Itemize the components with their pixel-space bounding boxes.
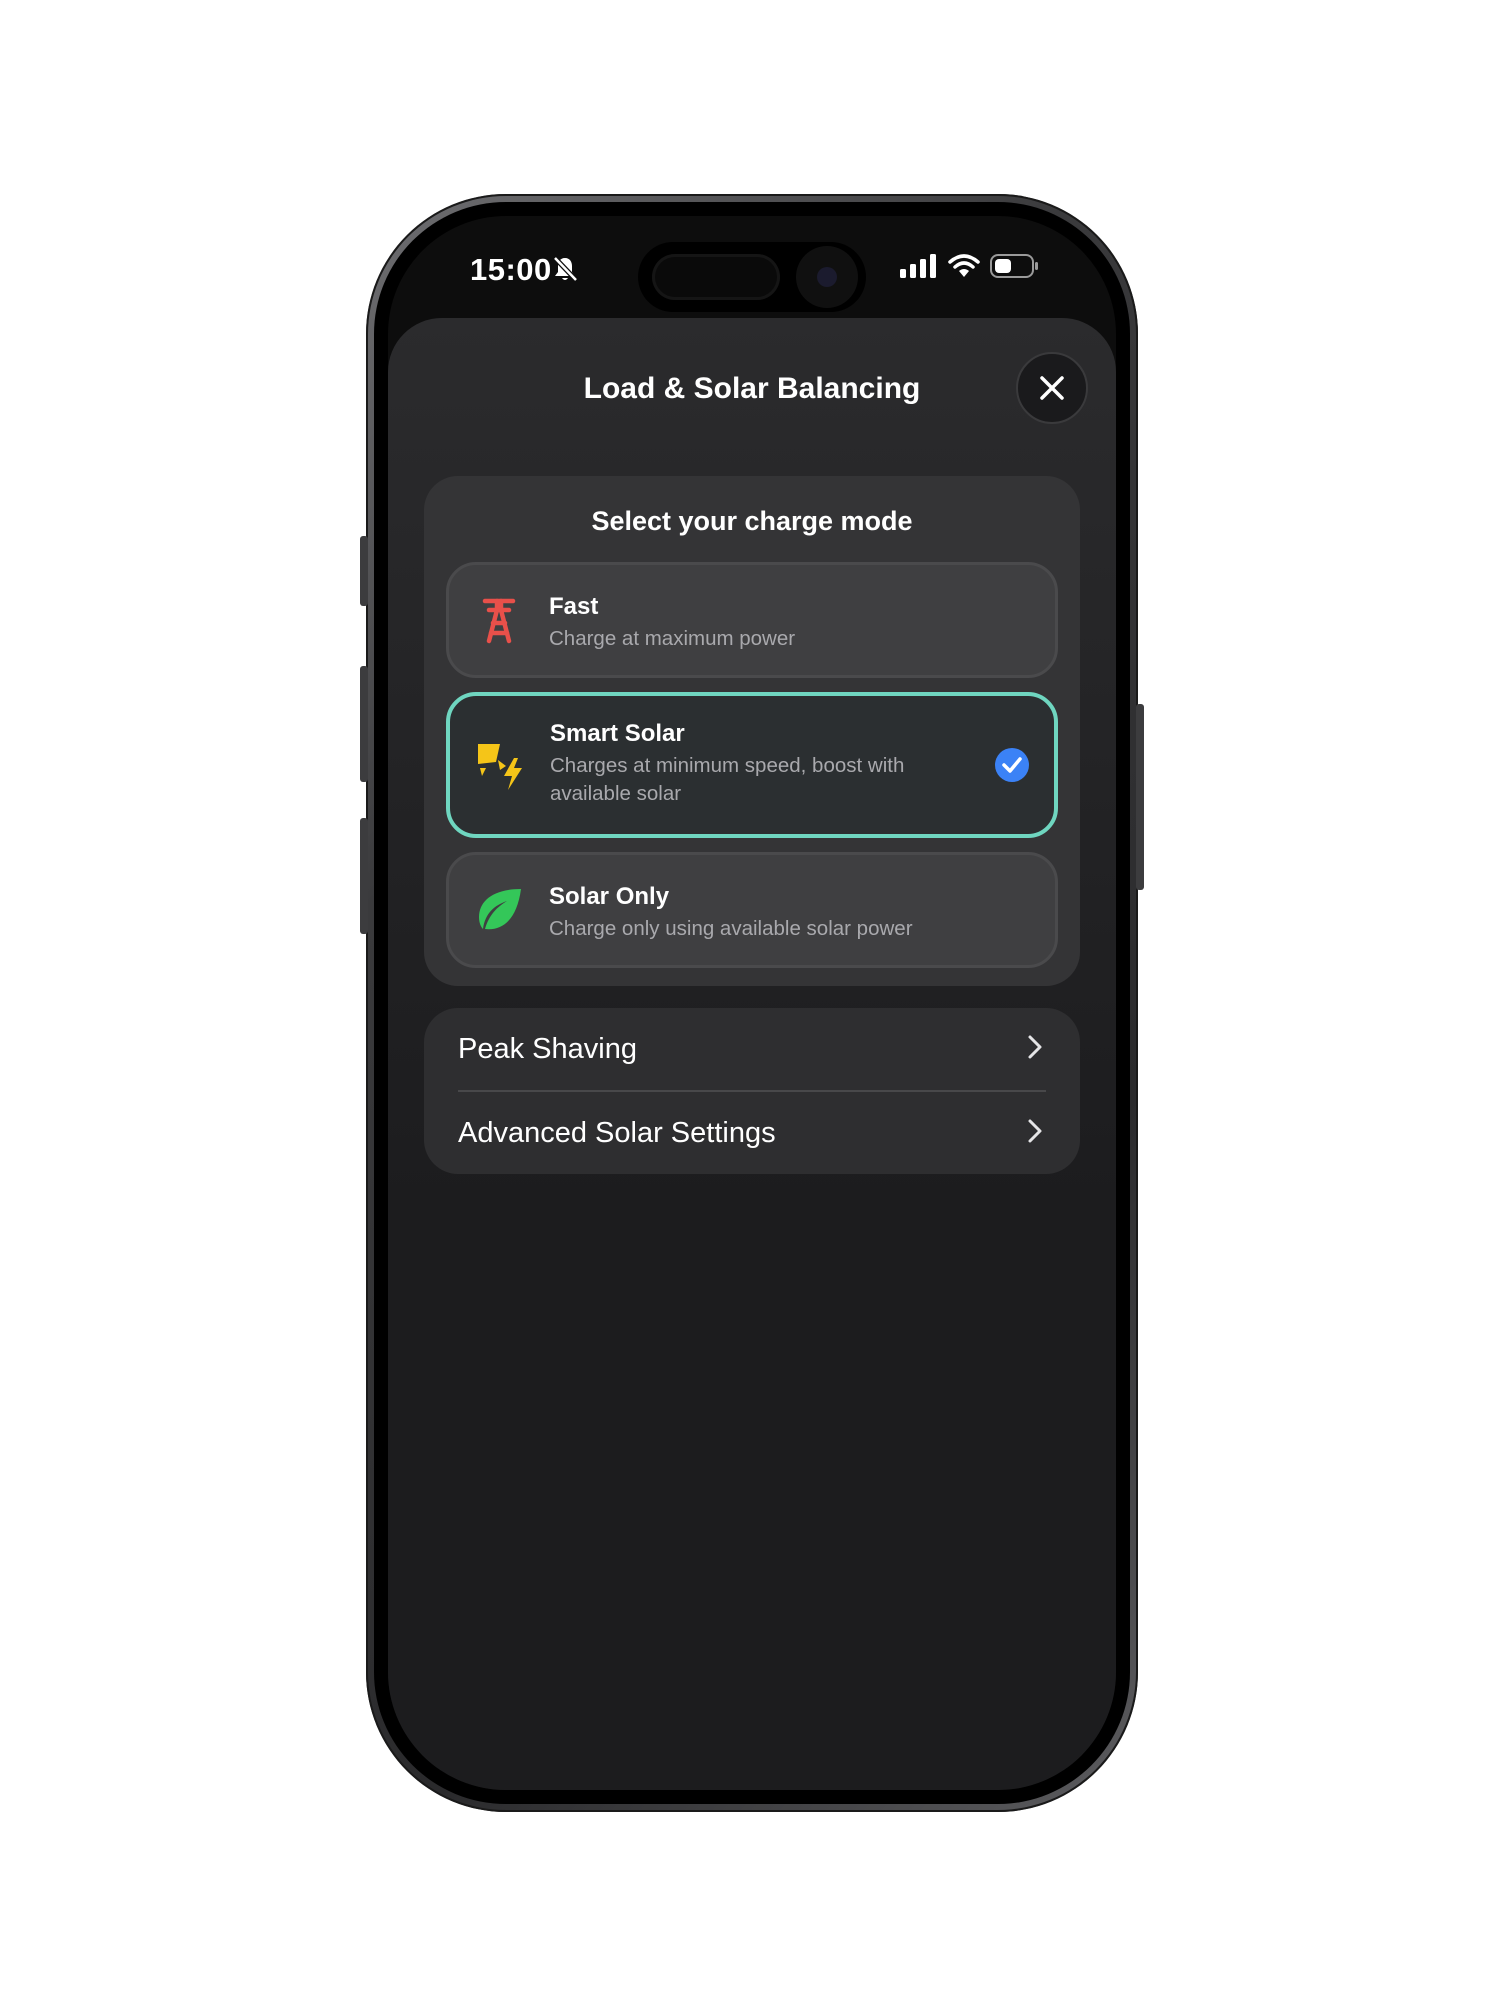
settings-row-peak-shaving[interactable]: Peak Shaving bbox=[424, 1008, 1080, 1090]
charge-mode-heading: Select your charge mode bbox=[591, 506, 913, 536]
settings-row-advanced-solar[interactable]: Advanced Solar Settings bbox=[424, 1092, 1080, 1174]
front-camera bbox=[796, 246, 858, 308]
status-icons bbox=[900, 254, 1040, 283]
option-title: Solar Only bbox=[549, 883, 670, 910]
power-button bbox=[1136, 704, 1144, 890]
option-description: Charges at minimum speed, boost with ava… bbox=[550, 754, 905, 805]
action-button bbox=[360, 536, 368, 606]
close-button[interactable] bbox=[1016, 352, 1088, 424]
volume-up-button bbox=[360, 666, 368, 782]
modal-sheet: Load & Solar Balancing Select your charg… bbox=[388, 318, 1116, 1790]
status-time: 15:00 bbox=[470, 252, 552, 287]
settings-card: Peak Shaving Advanced Solar Settings bbox=[424, 1008, 1080, 1174]
charge-mode-option-smart-solar[interactable]: Smart Solar Charges at minimum speed, bo… bbox=[446, 692, 1058, 838]
charge-mode-card: Select your charge mode Fast Charge at m… bbox=[424, 476, 1080, 986]
island-pill bbox=[652, 254, 780, 300]
leaf-icon bbox=[473, 885, 525, 940]
option-description: Charge only using available solar power bbox=[549, 917, 913, 940]
option-title: Smart Solar bbox=[550, 720, 685, 747]
chevron-right-icon bbox=[1026, 1033, 1044, 1066]
charge-mode-option-fast[interactable]: Fast Charge at maximum power bbox=[446, 562, 1058, 678]
battery-icon bbox=[990, 254, 1040, 283]
checkmark-icon bbox=[994, 747, 1030, 788]
row-label: Peak Shaving bbox=[458, 1032, 637, 1065]
row-label: Advanced Solar Settings bbox=[458, 1116, 776, 1149]
bell-slash-icon bbox=[552, 255, 578, 288]
option-description: Charge at maximum power bbox=[549, 627, 796, 650]
charge-mode-option-solar-only[interactable]: Solar Only Charge only using available s… bbox=[446, 852, 1058, 968]
cellular-signal-icon bbox=[900, 254, 938, 283]
close-icon bbox=[1040, 376, 1064, 400]
option-title: Fast bbox=[549, 593, 599, 620]
chevron-right-icon bbox=[1026, 1117, 1044, 1150]
solar-bolt-icon bbox=[474, 740, 528, 799]
dynamic-island bbox=[638, 242, 866, 312]
sheet-title: Load & Solar Balancing bbox=[583, 372, 921, 405]
power-tower-icon bbox=[473, 593, 525, 654]
wifi-icon bbox=[948, 254, 980, 283]
volume-down-button bbox=[360, 818, 368, 934]
phone-screen: 15:00 Load & Solar Balancing Select your… bbox=[388, 216, 1116, 1790]
